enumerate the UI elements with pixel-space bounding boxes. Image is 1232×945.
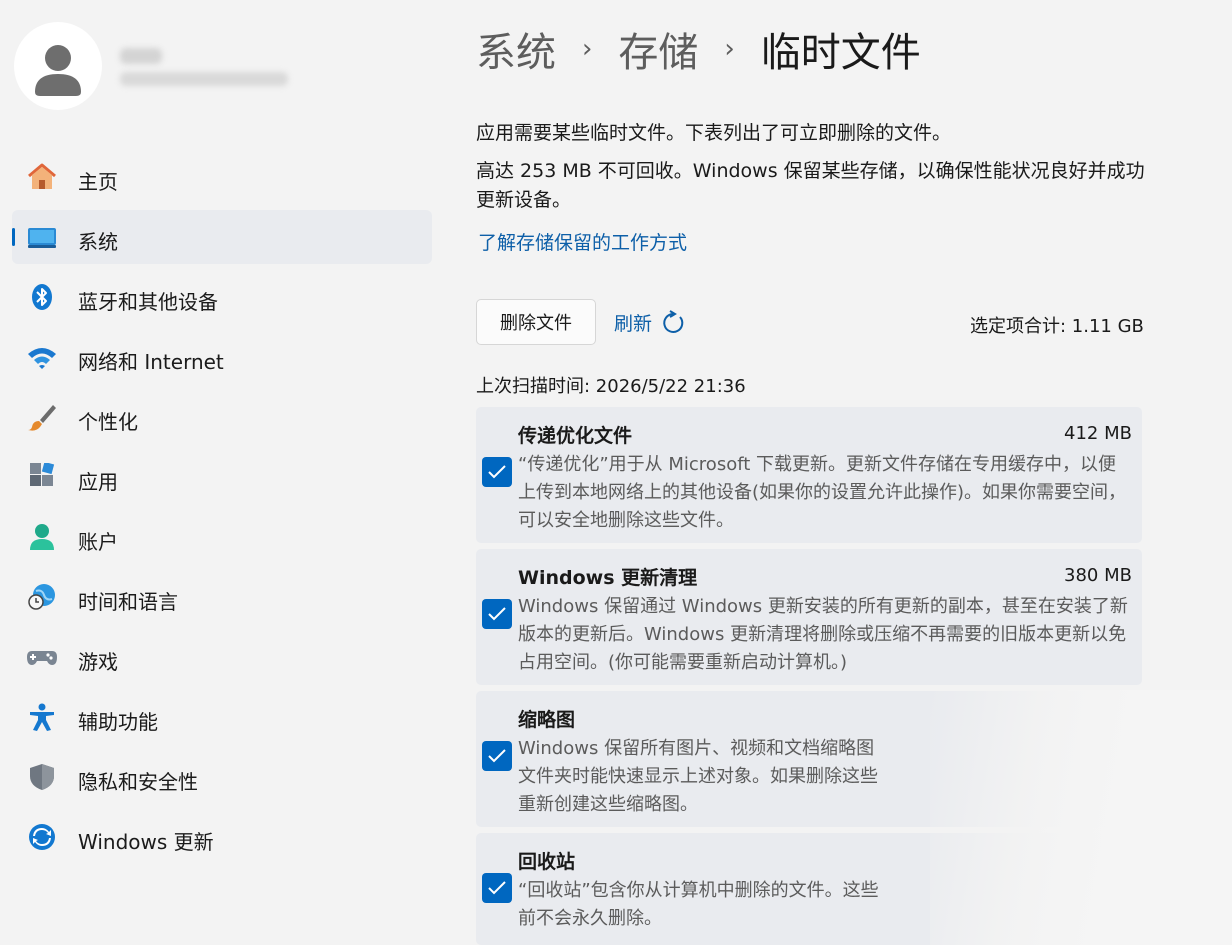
bluetooth-icon [26,283,58,311]
nav-item-bluetooth[interactable]: 蓝牙和其他设备 [12,270,432,324]
nav-item-accounts[interactable]: 账户 [12,510,432,564]
nav-label: 辅助功能 [78,710,158,734]
nav-item-time-language[interactable]: 时间和语言 [12,570,432,624]
refresh-icon [663,309,684,333]
avatar[interactable] [14,22,102,110]
learn-storage-reserve-link[interactable]: 了解存储保留的工作方式 [478,228,687,255]
user-icon [35,45,81,96]
list-item-delivery-optimization[interactable]: 传递优化文件 412 MB “传递优化”用于从 Microsoft 下载更新。更… [476,407,1142,543]
nav-item-privacy[interactable]: 隐私和安全性 [12,750,432,804]
main-content: 系统 › 存储 › 临时文件 应用需要某些临时文件。下表列出了可立即删除的文件。… [476,0,1146,945]
nav-item-system[interactable]: 系统 [12,210,432,264]
selected-total: 选定项合计: 1.11 GB [970,316,1144,337]
account-email [120,72,288,86]
wifi-icon [26,343,58,371]
accessibility-icon [26,703,58,731]
chevron-right-icon: › [724,34,735,64]
list-item-recycle-bin[interactable]: 回收站 “回收站”包含你从计算机中删除的文件。这些 前不会永久删除。 [476,833,1142,945]
system-display-icon [26,223,58,251]
nav-item-windows-update[interactable]: Windows 更新 [12,810,432,864]
last-scan-time: 上次扫描时间: 2026/5/22 21:36 [476,376,746,397]
nav-item-accessibility[interactable]: 辅助功能 [12,690,432,744]
apps-icon [26,463,58,491]
account-icon [26,523,58,551]
item-size: 380 MB [1064,565,1132,586]
nav-label: 应用 [78,470,118,494]
nav-label: 账户 [78,530,118,554]
nav-label: 隐私和安全性 [78,770,198,794]
breadcrumb: 系统 › 存储 › 临时文件 [476,20,921,78]
nav-label: 系统 [78,230,118,254]
nav-item-personalization[interactable]: 个性化 [12,390,432,444]
list-item-windows-update-cleanup[interactable]: Windows 更新清理 380 MB Windows 保留通过 Windows… [476,549,1142,685]
nav-item-gaming[interactable]: 游戏 [12,630,432,684]
nav-item-apps[interactable]: 应用 [12,450,432,504]
refresh-button[interactable]: 刷新 [614,309,686,336]
chevron-right-icon: › [582,34,593,64]
item-title: 传递优化文件 [518,425,633,447]
item-description: Windows 保留通过 Windows 更新安装的所有更新的副本，甚至在安装了… [518,596,1128,673]
gamepad-icon [26,643,58,671]
description-line2: 高达 253 MB 不可回收。Windows 保留某些存储，以确保性能状况良好并… [476,160,1145,211]
item-title: Windows 更新清理 [518,567,698,589]
breadcrumb-storage[interactable]: 存储 [618,20,698,78]
breadcrumb-system[interactable]: 系统 [476,20,556,78]
sidebar: 主页 系统 蓝牙和其他设备 网络和 Internet 个性化 应用 账户 时间和… [0,0,440,945]
nav-label: 个性化 [78,410,138,434]
item-title: 缩略图 [518,709,576,731]
item-checkbox[interactable] [482,741,512,771]
item-description: “传递优化”用于从 Microsoft 下载更新。更新文件存储在专用缓存中，以便… [518,454,1127,531]
item-description: “回收站”包含你从计算机中删除的文件。这些 前不会永久删除。 [518,880,879,929]
delete-files-button[interactable]: 删除文件 [476,299,596,345]
description-line1: 应用需要某些临时文件。下表列出了可立即删除的文件。 [476,122,952,144]
brush-icon [26,403,58,431]
page-title: 临时文件 [760,30,921,76]
item-checkbox[interactable] [482,873,512,903]
nav-label: Windows 更新 [78,830,214,854]
nav-label: 时间和语言 [78,590,178,614]
nav-item-network[interactable]: 网络和 Internet [12,330,432,384]
nav-label: 蓝牙和其他设备 [78,290,218,314]
item-size: 412 MB [1064,423,1132,444]
checkmark-icon [488,749,506,763]
shield-icon [26,763,58,791]
checkmark-icon [488,465,506,479]
windows-update-icon [26,823,58,851]
list-item-thumbnails[interactable]: 缩略图 Windows 保留所有图片、视频和文档缩略图 文件夹时能快速显示上述对… [476,691,1142,827]
item-checkbox[interactable] [482,457,512,487]
account-name [120,48,162,64]
nav-list: 主页 系统 蓝牙和其他设备 网络和 Internet 个性化 应用 账户 时间和… [12,150,432,870]
nav-label: 主页 [78,170,118,194]
refresh-label: 刷新 [614,313,653,335]
home-icon [26,163,58,191]
globe-clock-icon [26,583,58,611]
nav-label: 游戏 [78,650,118,674]
nav-item-home[interactable]: 主页 [12,150,432,204]
item-checkbox[interactable] [482,599,512,629]
checkmark-icon [488,881,506,895]
item-title: 回收站 [518,851,576,873]
checkmark-icon [488,607,506,621]
nav-label: 网络和 Internet [78,350,224,374]
item-description: Windows 保留所有图片、视频和文档缩略图 文件夹时能快速显示上述对象。如果… [518,738,878,815]
